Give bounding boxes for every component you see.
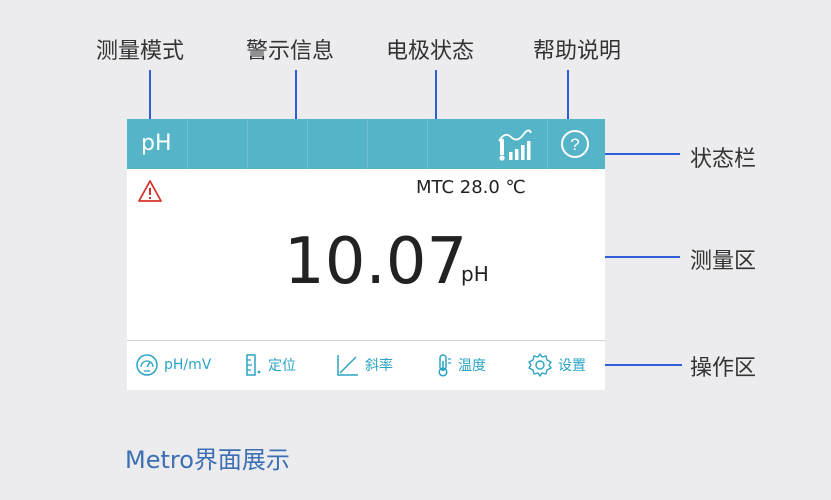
meter-screen: pH ? MTC 28.0 ℃ 10.07 pH pH/mV 定位 斜率 温度 … (127, 119, 605, 390)
status-divider (547, 119, 548, 169)
gauge-icon (136, 354, 158, 376)
operation-divider (127, 340, 605, 341)
callout-electrode-status: 电极状态 (386, 39, 475, 64)
slope-icon (337, 355, 358, 376)
callout-line-measure-area (598, 256, 680, 258)
status-divider (187, 119, 188, 169)
op-ph-mv-button[interactable]: pH/mV (135, 351, 211, 379)
callout-warning-info: 警示信息 (246, 39, 335, 64)
callout-help: 帮助说明 (533, 39, 622, 64)
op-slope-label: 斜率 (365, 358, 393, 374)
callout-line-operation-area (600, 364, 682, 366)
op-settings-label: 设置 (558, 358, 586, 374)
op-temperature-label: 温度 (458, 358, 486, 374)
status-divider (247, 119, 248, 169)
op-calibrate-button[interactable]: 定位 (243, 351, 296, 379)
measure-mode[interactable]: pH (141, 131, 172, 156)
measurement-unit: pH (461, 262, 489, 286)
status-bar: pH ? (127, 119, 605, 169)
status-divider (427, 119, 428, 169)
op-slope-button[interactable]: 斜率 (336, 351, 393, 379)
op-calibrate-label: 定位 (268, 358, 296, 374)
temperature-readout: MTC 28.0 ℃ (416, 177, 526, 198)
measurement-value: 10.07 (284, 225, 468, 299)
electrode-signal-icon[interactable] (497, 127, 533, 163)
help-icon[interactable]: ? (560, 129, 590, 159)
status-divider (307, 119, 308, 169)
op-temperature-button[interactable]: 温度 (435, 351, 486, 379)
op-ph-mv-label: pH/mV (164, 357, 212, 373)
warning-icon[interactable] (138, 179, 162, 203)
callout-status-bar: 状态栏 (690, 147, 757, 172)
callout-measure-mode: 测量模式 (96, 39, 185, 64)
ruler-icon (246, 354, 261, 376)
thermometer-icon (438, 354, 451, 377)
caption: Metro界面展示 (125, 446, 290, 474)
callout-operation-area: 操作区 (690, 356, 757, 381)
callout-line-status-bar (598, 153, 680, 155)
svg-text:?: ? (570, 135, 579, 154)
callout-measure-area: 测量区 (690, 249, 757, 274)
op-settings-button[interactable]: 设置 (527, 351, 586, 379)
gear-icon (528, 353, 552, 377)
status-divider (367, 119, 368, 169)
